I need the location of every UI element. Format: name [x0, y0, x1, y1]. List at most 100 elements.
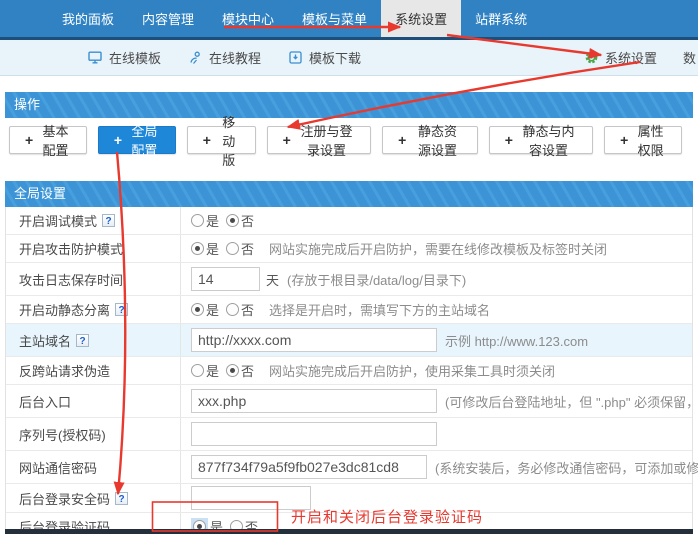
row-label-cell: 攻击日志保存时间 [6, 263, 181, 295]
top-navbar: 我的面板内容管理模块中心模板与菜单系统设置站群系统 [0, 0, 698, 40]
button-label: 属性权限 [635, 121, 666, 159]
toolbar-right-item-1[interactable]: 数 [683, 48, 696, 67]
toolbar-item-1[interactable]: 在线教程 [189, 48, 261, 67]
anti_csrf-radio-no[interactable] [226, 364, 239, 377]
debug_mode-radio-no[interactable] [226, 214, 239, 227]
row-note: 示例 http://www.123.com [445, 331, 588, 350]
actions-panel-title: 操作 [5, 92, 693, 118]
row-attack_log_days: 攻击日志保存时间天(存放于根目录/data/log/目录下) [6, 263, 692, 296]
anti_csrf-radio-yes-label: 是 [206, 361, 219, 380]
row-serial_number: 序列号(授权码) [6, 418, 692, 451]
row-attack_protection: 开启攻击防护模式是否网站实施完成后开启防护，需要在线修改模板及标签时关闭 [6, 235, 692, 263]
button-label: 注册与登录设置 [298, 121, 355, 159]
toolbar-left-group: 在线模板 在线教程 模板下载 [88, 48, 361, 67]
row-label: 序列号(授权码) [19, 425, 106, 444]
row-debug_mode: 开启调试模式是否 [6, 207, 692, 235]
row-note: 选择是开启时，需填写下方的主站域名 [269, 300, 490, 319]
row-label: 攻击日志保存时间 [19, 270, 123, 289]
attack_protection-radio-no-label: 否 [241, 239, 254, 258]
row-label: 后台入口 [19, 392, 71, 411]
debug_mode-radio-yes[interactable] [191, 214, 204, 227]
help-icon[interactable] [115, 492, 128, 505]
nav-tab-3[interactable]: 模板与菜单 [288, 0, 381, 37]
row-main_domain: 主站域名 示例 http://www.123.com [6, 324, 692, 357]
static-content-settings-button[interactable]: +静态与内容设置 [489, 126, 593, 154]
mobile-version-button[interactable]: +移动版 [187, 126, 256, 154]
basic-config-button[interactable]: +基本配置 [9, 126, 87, 154]
help-icon[interactable] [102, 214, 115, 227]
row-admin_entry: 后台入口(可修改后台登陆地址，但 ".php" 必须保留，如：xxx.php ) [6, 385, 692, 418]
nav-tab-0[interactable]: 我的面板 [48, 0, 128, 37]
row-label: 后台登录安全码 [19, 489, 110, 508]
button-label: 移动版 [218, 112, 240, 169]
nav-tab-1[interactable]: 内容管理 [128, 0, 208, 37]
serial_number-input[interactable] [191, 422, 437, 446]
admin_entry-input[interactable] [191, 389, 437, 413]
debug_mode-radio-yes-label: 是 [206, 211, 219, 230]
plus-icon: + [203, 132, 211, 148]
nav-tab-5[interactable]: 站群系统 [461, 0, 541, 37]
nav-tab-2[interactable]: 模块中心 [208, 0, 288, 37]
attack_log_days-input[interactable] [191, 267, 260, 291]
row-note: 网站实施完成后开启防护，使用采集工具时须关闭 [269, 361, 555, 380]
settings-panel-title: 全局设置 [5, 181, 693, 207]
help-icon[interactable] [115, 303, 128, 316]
row-content-cell: 是否选择是开启时，需填写下方的主站域名 [181, 300, 692, 319]
row-label-cell: 后台入口 [6, 385, 181, 417]
login_safecode-input[interactable] [191, 486, 311, 510]
toolbar-item-label: 在线教程 [209, 48, 261, 67]
row-anti_csrf: 反跨站请求伪造是否网站实施完成后开启防护，使用采集工具时须关闭 [6, 357, 692, 385]
row-label-cell: 网站通信密码 [6, 451, 181, 483]
toolbar-right-item-0[interactable]: 系统设置 [585, 48, 657, 67]
comm_password-input[interactable] [191, 455, 427, 479]
row-content-cell: (系统安装后，务必修改通信密码，可添加或修改任意数字) [181, 455, 698, 479]
row-note: (可修改后台登陆地址，但 ".php" 必须保留，如：xxx.php ) [445, 392, 698, 411]
row-content-cell: 是否 [181, 211, 692, 230]
plus-icon: + [25, 132, 33, 148]
toolbar-right-item-label: 数 [683, 48, 696, 67]
row-content-cell: 是否网站实施完成后开启防护，需要在线修改模板及标签时关闭 [181, 239, 692, 258]
row-note: (系统安装后，务必修改通信密码，可添加或修改任意数字) [435, 458, 698, 477]
button-label: 基本配置 [40, 121, 71, 159]
row-label: 开启调试模式 [19, 211, 97, 230]
attack_protection-radio-no[interactable] [226, 242, 239, 255]
download-icon [289, 51, 302, 64]
global-settings-panel: 全局设置 开启调试模式是否开启攻击防护模式是否网站实施完成后开启防护，需要在线修… [5, 181, 693, 534]
row-content-cell [181, 422, 692, 446]
monitor-icon [88, 51, 102, 64]
attribute-permissions-button[interactable]: +属性权限 [604, 126, 682, 154]
row-content-cell: 示例 http://www.123.com [181, 328, 692, 352]
static_separation-radio-no[interactable] [226, 303, 239, 316]
plus-icon: + [620, 132, 628, 148]
settings-rows: 开启调试模式是否开启攻击防护模式是否网站实施完成后开启防护，需要在线修改模板及标… [6, 207, 692, 534]
row-label-cell: 后台登录安全码 [6, 484, 181, 512]
sub-toolbar: 在线模板 在线教程 模板下载 系统设置 数 [0, 40, 698, 76]
anti_csrf-radio-yes[interactable] [191, 364, 204, 377]
row-label: 主站域名 [19, 331, 71, 350]
button-label: 静态与内容设置 [520, 121, 577, 159]
help-icon[interactable] [76, 334, 89, 347]
action-buttons-row: +基本配置+全局配置+移动版+注册与登录设置+静态资源设置+静态与内容设置+属性… [5, 118, 693, 166]
static_separation-radio-yes[interactable] [191, 303, 204, 316]
plus-icon: + [505, 132, 513, 148]
toolbar-item-2[interactable]: 模板下载 [289, 48, 361, 67]
row-label-cell: 主站域名 [6, 324, 181, 356]
nav-tab-4[interactable]: 系统设置 [381, 0, 461, 37]
row-note: (存放于根目录/data/log/目录下) [287, 270, 466, 289]
row-label: 反跨站请求伪造 [19, 361, 110, 380]
main_domain-input[interactable] [191, 328, 437, 352]
attack_protection-radio-yes-label: 是 [206, 239, 219, 258]
toolbar-item-0[interactable]: 在线模板 [88, 48, 161, 67]
static_separation-radio-yes-label: 是 [206, 300, 219, 319]
global-config-button[interactable]: +全局配置 [98, 126, 176, 154]
debug_mode-radio-no-label: 否 [241, 211, 254, 230]
attack_protection-radio-yes[interactable] [191, 242, 204, 255]
register-login-settings-button[interactable]: +注册与登录设置 [267, 126, 371, 154]
row-content-cell: (可修改后台登陆地址，但 ".php" 必须保留，如：xxx.php ) [181, 389, 698, 413]
row-label: 开启攻击防护模式 [19, 239, 123, 258]
static-resource-settings-button[interactable]: +静态资源设置 [382, 126, 478, 154]
footer-bar [5, 529, 693, 534]
toolbar-item-label: 模板下载 [309, 48, 361, 67]
row-label: 网站通信密码 [19, 458, 97, 477]
gear-icon [585, 51, 598, 64]
